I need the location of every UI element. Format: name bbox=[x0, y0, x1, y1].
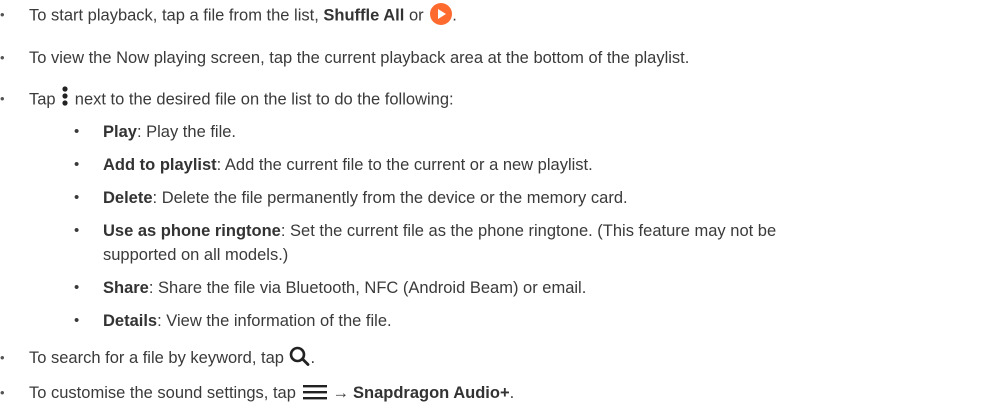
bullet-marker: • bbox=[74, 279, 80, 296]
sub-item-title: Add to playlist bbox=[103, 156, 217, 174]
item-text: . bbox=[310, 349, 316, 367]
arrow-right-icon: → bbox=[332, 384, 350, 402]
snapdragon-audio-label: Snapdragon Audio+ bbox=[353, 384, 510, 402]
bullet-marker: • bbox=[74, 189, 80, 206]
play-circle-icon bbox=[430, 3, 453, 25]
sub-item-text: : Delete the file permanently from the d… bbox=[152, 189, 628, 207]
sub-item-title: Share bbox=[103, 279, 149, 297]
item-text: or bbox=[404, 6, 429, 25]
item-text: To view the Now playing screen, tap the … bbox=[29, 49, 690, 67]
bullet-marker: • bbox=[74, 123, 80, 140]
bullet-marker: • bbox=[74, 222, 80, 239]
item-text: Tap bbox=[29, 90, 61, 109]
sub-item-title: Delete bbox=[103, 189, 153, 207]
search-icon bbox=[289, 346, 311, 366]
item-text: next to the desired file on the list to … bbox=[70, 90, 454, 109]
item-text: . bbox=[509, 384, 515, 402]
sub-item-text: : Add the current file to the current or… bbox=[216, 156, 593, 174]
item-text: To search for a file by keyword, tap bbox=[29, 349, 289, 367]
sub-item-title: Details bbox=[103, 312, 158, 330]
more-vertical-icon bbox=[62, 85, 68, 107]
menu-icon bbox=[302, 384, 327, 400]
bullet-marker: • bbox=[0, 91, 5, 106]
bullet-marker: • bbox=[0, 50, 5, 65]
item-text: To start playback, tap a file from the l… bbox=[29, 6, 324, 25]
shuffle-all-label: Shuffle All bbox=[323, 6, 405, 25]
sub-item-title: Play bbox=[103, 123, 137, 141]
bullet-marker: • bbox=[74, 156, 80, 173]
bullet-marker: • bbox=[0, 7, 5, 22]
item-text: To customise the sound settings, tap bbox=[29, 384, 301, 402]
sub-item-text: : Play the file. bbox=[136, 123, 237, 141]
item-text: . bbox=[452, 6, 457, 25]
bullet-marker: • bbox=[74, 312, 80, 329]
bullet-marker: • bbox=[0, 350, 5, 365]
sub-item-text: : Share the file via Bluetooth, NFC (And… bbox=[148, 279, 587, 297]
sub-item-title: Use as phone ringtone bbox=[103, 222, 281, 240]
sub-item-text: : View the information of the file. bbox=[157, 312, 392, 330]
sub-item-text: : Set the current file as the phone ring… bbox=[280, 222, 777, 240]
sub-item-text: supported on all models.) bbox=[103, 246, 289, 264]
bullet-marker: • bbox=[0, 385, 5, 400]
